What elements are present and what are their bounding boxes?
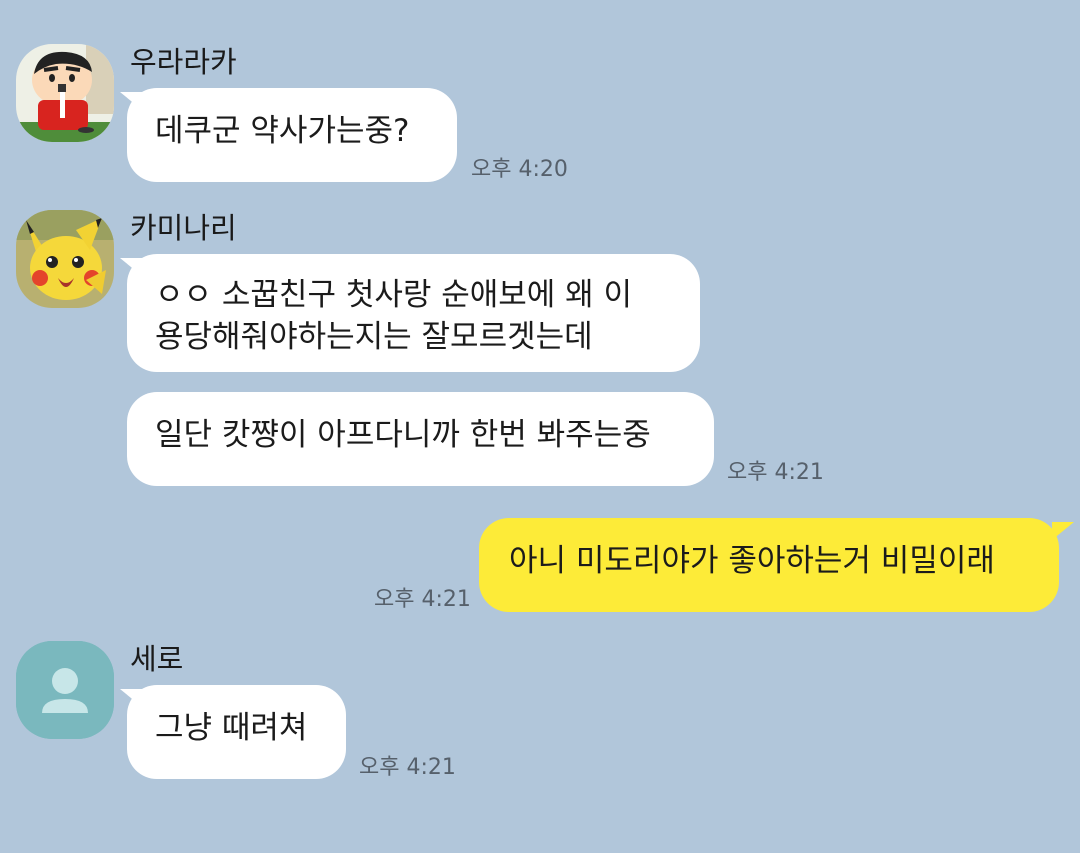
- message-bubble[interactable]: 데쿠군 약사가는중?: [127, 88, 457, 182]
- sender-name: 우라라카: [130, 45, 237, 79]
- message-text: 일단 캇쨩이 아프다니까 한번 봐주는중: [155, 417, 651, 453]
- message-text-line: ㅇㅇ 소꿉친구 첫사랑 순애보에 왜 이: [155, 277, 633, 313]
- message-timestamp: 오후 4:21: [359, 755, 456, 780]
- message-bubble[interactable]: ㅇㅇ 소꿉친구 첫사랑 순애보에 왜 이 용당해줘야하는지는 잘모르겟는데: [127, 254, 700, 372]
- message-timestamp: 오후 4:21: [727, 460, 824, 485]
- message-timestamp: 오후 4:21: [374, 587, 471, 612]
- default-person-avatar-icon[interactable]: [16, 641, 114, 739]
- message-bubble[interactable]: 그냥 때려쳐: [127, 685, 346, 779]
- message-text: 아니 미도리야가 좋아하는거 비밀이래: [509, 543, 995, 579]
- message-text: 그냥 때려쳐: [155, 710, 308, 746]
- sender-name: 카미나리: [130, 211, 237, 245]
- bubble-tail: [1052, 522, 1074, 540]
- pikachu-avatar-icon[interactable]: [16, 210, 114, 308]
- sender-name: 세로: [130, 642, 184, 676]
- message-timestamp: 오후 4:20: [471, 157, 568, 182]
- my-message-bubble[interactable]: 아니 미도리야가 좋아하는거 비밀이래: [479, 518, 1059, 612]
- message-text: 데쿠군 약사가는중?: [155, 113, 410, 149]
- message-text-line: 용당해줘야하는지는 잘모르겟는데: [155, 319, 593, 355]
- crayon-shinchan-avatar-icon[interactable]: [16, 44, 114, 142]
- message-bubble[interactable]: 일단 캇쨩이 아프다니까 한번 봐주는중: [127, 392, 714, 486]
